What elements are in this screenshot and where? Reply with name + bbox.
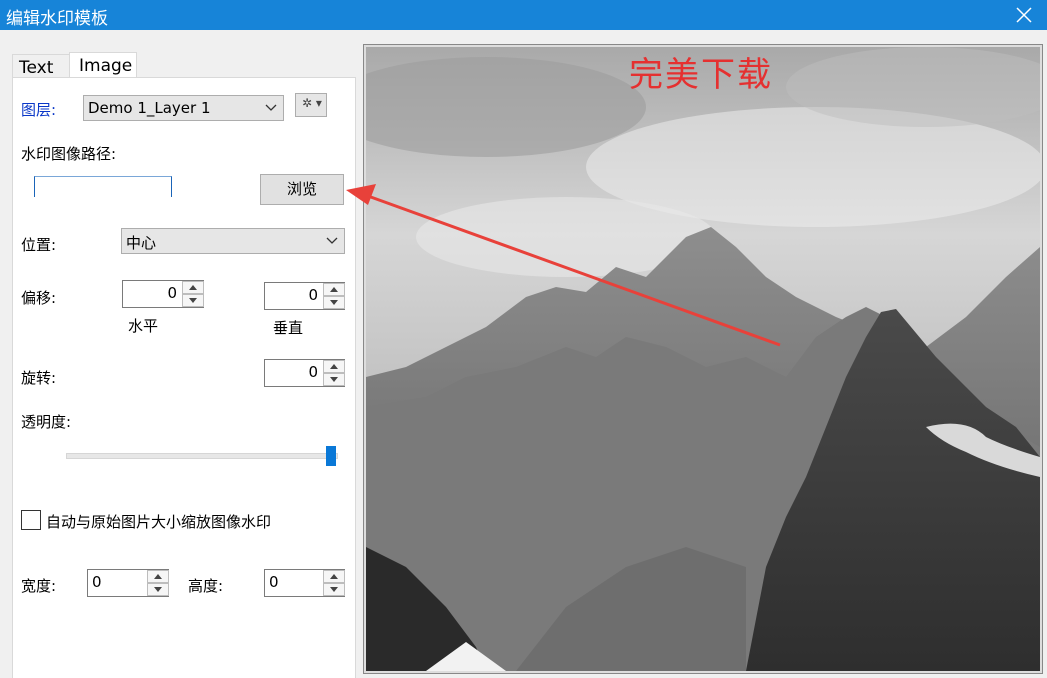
annotation-arrow (346, 184, 781, 347)
